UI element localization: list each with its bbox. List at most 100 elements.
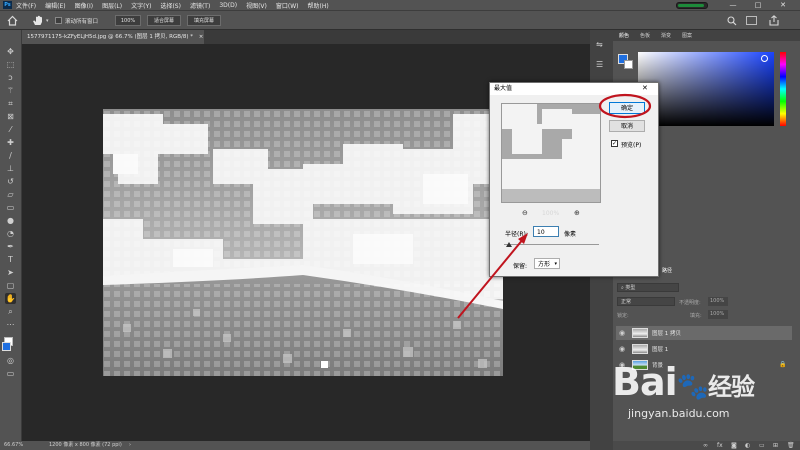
layer-name[interactable]: 图层 1 拷贝 [652, 329, 681, 337]
delete-layer-icon[interactable]: 🗑 [787, 442, 795, 449]
preserve-select[interactable]: 方形 ▾ [534, 258, 560, 269]
radius-slider-track[interactable] [504, 244, 599, 245]
rectangle-tool-icon[interactable]: ▢ [5, 280, 16, 291]
hand-tool-icon[interactable]: ✋ [5, 293, 16, 304]
eraser-tool-icon[interactable]: ▱ [5, 189, 16, 200]
menu-view[interactable]: 视图(V) [246, 1, 267, 10]
move-tool-icon[interactable]: ✥ [5, 46, 16, 57]
tab-color[interactable]: 颜色 [619, 32, 629, 39]
menu-image[interactable]: 图像(I) [75, 1, 93, 10]
cancel-button[interactable]: 取消 [609, 120, 645, 132]
scroll-all-label: 滚动所有窗口 [65, 19, 99, 25]
zoom-100-button[interactable]: 100% [115, 15, 141, 26]
menu-edit[interactable]: 编辑(E) [45, 1, 65, 10]
add-mask-icon[interactable]: ◙ [731, 442, 737, 449]
document-tab[interactable]: 1577971175-kZFyELjH5d.jpg @ 66.7% (图层 1 … [22, 30, 204, 44]
status-menu-icon[interactable]: › [129, 441, 131, 450]
tools-panel: ✥ ⬚ ↄ ⚚ ⌗ ⊠ ⁄ ✚ ∕ ⊥ ↺ ▱ ▭ ● ◔ ✒ T ➤ ▢ ✋ … [0, 30, 22, 441]
hand-tool-icon[interactable] [32, 15, 44, 26]
share-icon[interactable] [768, 15, 780, 26]
adjustment-layer-icon[interactable]: ◐ [745, 442, 750, 449]
link-layers-icon[interactable]: ∞ [703, 442, 708, 449]
hue-slider[interactable] [780, 52, 786, 126]
document-image[interactable] [103, 109, 503, 376]
zoom-out-icon[interactable]: ⊖ [522, 209, 528, 217]
document-tab-title: 1577971175-kZFyELjH5d.jpg @ 66.7% (图层 1 … [27, 34, 194, 40]
menu-3d[interactable]: 3D(D) [219, 2, 237, 9]
panel-background-swatch[interactable] [624, 60, 633, 69]
history-panel-icon[interactable]: ⇋ [596, 40, 603, 49]
layer-row-layer1[interactable]: ◉ 图层 1 [616, 342, 792, 356]
tab-patterns[interactable]: 图案 [682, 32, 692, 39]
radius-input[interactable]: 10 [533, 226, 559, 237]
quick-mask-icon[interactable]: ◎ [5, 355, 16, 366]
tab-paths[interactable]: 路径 [662, 267, 672, 274]
type-tool-icon[interactable]: T [5, 254, 16, 265]
blur-tool-icon[interactable]: ● [5, 215, 16, 226]
new-layer-icon[interactable]: ⊞ [773, 442, 778, 449]
maximize-button[interactable]: □ [749, 0, 767, 10]
preview-checkbox[interactable]: ✓ [611, 140, 618, 147]
close-window-button[interactable]: ✕ [774, 0, 792, 10]
screen-mode-icon[interactable]: ▭ [5, 368, 16, 379]
magic-wand-tool-icon[interactable]: ⚚ [5, 85, 16, 96]
layer-filter-kind[interactable]: 类型 [625, 285, 635, 291]
fill-screen-button[interactable]: 填充屏幕 [187, 15, 221, 26]
history-brush-tool-icon[interactable]: ↺ [5, 176, 16, 187]
clone-stamp-tool-icon[interactable]: ⊥ [5, 163, 16, 174]
lasso-tool-icon[interactable]: ↄ [5, 72, 16, 83]
menu-filter[interactable]: 滤镜(T) [190, 1, 210, 10]
healing-brush-tool-icon[interactable]: ✚ [5, 137, 16, 148]
menu-layer[interactable]: 图层(L) [102, 1, 122, 10]
chevron-down-icon[interactable]: ▾ [46, 18, 49, 24]
color-picker-cursor[interactable] [761, 55, 768, 62]
zoom-tool-icon[interactable]: ⌕ [5, 306, 16, 317]
lock-label: 锁定: [617, 313, 629, 319]
dialog-preview[interactable] [501, 103, 601, 203]
home-icon[interactable] [7, 15, 18, 26]
frame-tool-icon[interactable]: ⊠ [5, 111, 16, 122]
minimize-button[interactable]: — [724, 0, 742, 10]
opacity-field[interactable]: 100% [708, 297, 728, 306]
layer-name[interactable]: 图层 1 [652, 345, 668, 353]
blend-mode-select[interactable]: 正常 [617, 297, 675, 306]
menu-help[interactable]: 帮助(H) [308, 1, 329, 10]
radius-label: 半径(R): [505, 231, 528, 238]
radius-slider-handle[interactable] [506, 242, 512, 247]
dialog-close-icon[interactable]: ✕ [642, 84, 648, 92]
brush-tool-icon[interactable]: ∕ [5, 150, 16, 161]
marquee-tool-icon[interactable]: ⬚ [5, 59, 16, 70]
properties-panel-icon[interactable]: ☰ [596, 60, 603, 69]
menu-type[interactable]: 文字(Y) [131, 1, 151, 10]
search-icon[interactable] [727, 16, 737, 26]
menu-window[interactable]: 窗口(W) [276, 1, 299, 10]
new-group-icon[interactable]: ▭ [759, 442, 765, 449]
layer-row-copy[interactable]: ◉ 图层 1 拷贝 [616, 326, 792, 340]
chevron-down-icon: ▾ [554, 261, 557, 267]
path-selection-tool-icon[interactable]: ➤ [5, 267, 16, 278]
scroll-all-checkbox[interactable] [55, 17, 62, 24]
layer-thumbnail [632, 344, 648, 354]
close-tab-icon[interactable]: × [199, 34, 204, 40]
tab-gradients[interactable]: 渐变 [661, 32, 671, 39]
visibility-eye-icon[interactable]: ◉ [619, 345, 625, 353]
workspace-icon[interactable] [746, 16, 757, 25]
layer-style-icon[interactable]: fx [717, 442, 723, 449]
crop-tool-icon[interactable]: ⌗ [5, 98, 16, 109]
visibility-eye-icon[interactable]: ◉ [619, 329, 625, 337]
eyedropper-tool-icon[interactable]: ⁄ [5, 124, 16, 135]
ok-button[interactable]: 确定 [609, 102, 645, 114]
zoom-in-icon[interactable]: ⊕ [574, 209, 580, 217]
preserve-value: 方形 [538, 261, 551, 268]
gradient-tool-icon[interactable]: ▭ [5, 202, 16, 213]
pen-tool-icon[interactable]: ✒ [5, 241, 16, 252]
foreground-color-swatch[interactable] [2, 342, 11, 351]
menu-select[interactable]: 选择(S) [160, 1, 181, 10]
dodge-tool-icon[interactable]: ◔ [5, 228, 16, 239]
fit-screen-button[interactable]: 适合屏幕 [147, 15, 181, 26]
fill-field[interactable]: 100% [708, 310, 728, 319]
tab-swatches[interactable]: 色板 [640, 32, 650, 39]
lock-icon: 🔒 [779, 361, 787, 368]
menu-file[interactable]: 文件(F) [16, 1, 36, 10]
more-tools-icon[interactable]: ⋯ [5, 319, 16, 330]
